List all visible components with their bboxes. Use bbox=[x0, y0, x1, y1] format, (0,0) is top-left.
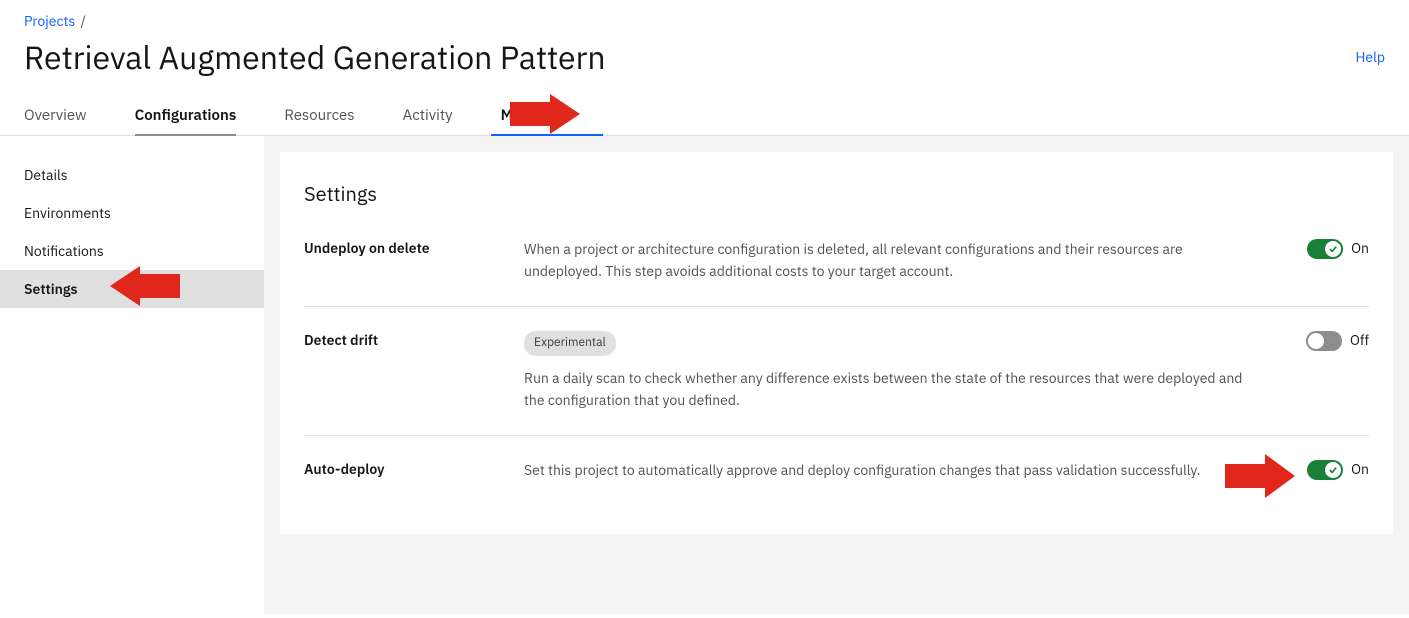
check-icon bbox=[1325, 462, 1341, 478]
sidebar-item-settings[interactable]: Settings bbox=[0, 270, 264, 308]
setting-undeploy-desc: When a project or architecture configura… bbox=[524, 239, 1279, 282]
settings-panel: Settings Undeploy on delete When a proje… bbox=[280, 152, 1393, 534]
toggle-undeploy[interactable] bbox=[1307, 239, 1343, 259]
setting-autodeploy: Auto-deploy Set this project to automati… bbox=[304, 435, 1369, 506]
tabs: Overview Configurations Resources Activi… bbox=[0, 96, 1409, 136]
setting-undeploy: Undeploy on delete When a project or arc… bbox=[304, 231, 1369, 306]
tab-configurations[interactable]: Configurations bbox=[135, 96, 237, 135]
toggle-autodeploy-state: On bbox=[1351, 460, 1369, 478]
setting-drift-label: Detect drift bbox=[304, 331, 524, 411]
tab-manage[interactable]: Manage bbox=[501, 96, 555, 135]
setting-drift: Detect drift Experimental Run a daily sc… bbox=[304, 306, 1369, 435]
tab-activity[interactable]: Activity bbox=[403, 96, 453, 135]
sidebar: Details Environments Notifications Setti… bbox=[0, 136, 264, 614]
toggle-autodeploy[interactable] bbox=[1307, 460, 1343, 480]
main-content: Settings Undeploy on delete When a proje… bbox=[264, 136, 1409, 614]
check-icon bbox=[1325, 241, 1341, 257]
toggle-drift-state: Off bbox=[1350, 331, 1369, 349]
setting-undeploy-label: Undeploy on delete bbox=[304, 239, 524, 282]
setting-drift-desc: Run a daily scan to check whether any di… bbox=[524, 369, 1242, 409]
toggle-drift[interactable] bbox=[1306, 331, 1342, 351]
panel-heading: Settings bbox=[304, 180, 1369, 207]
sidebar-item-details[interactable]: Details bbox=[0, 156, 264, 194]
tab-resources[interactable]: Resources bbox=[284, 96, 354, 135]
setting-autodeploy-label: Auto-deploy bbox=[304, 460, 524, 482]
tab-overview[interactable]: Overview bbox=[24, 96, 87, 135]
help-link[interactable]: Help bbox=[1355, 48, 1385, 66]
sidebar-item-notifications[interactable]: Notifications bbox=[0, 232, 264, 270]
toggle-knob bbox=[1308, 333, 1324, 349]
setting-autodeploy-desc: Set this project to automatically approv… bbox=[524, 460, 1279, 482]
breadcrumb-separator: / bbox=[81, 12, 86, 30]
toggle-undeploy-state: On bbox=[1351, 239, 1369, 257]
breadcrumb-projects-link[interactable]: Projects bbox=[24, 12, 75, 30]
sidebar-item-environments[interactable]: Environments bbox=[0, 194, 264, 232]
breadcrumb: Projects / bbox=[0, 0, 1409, 30]
experimental-badge: Experimental bbox=[524, 331, 616, 356]
page-title: Retrieval Augmented Generation Pattern bbox=[24, 36, 606, 78]
